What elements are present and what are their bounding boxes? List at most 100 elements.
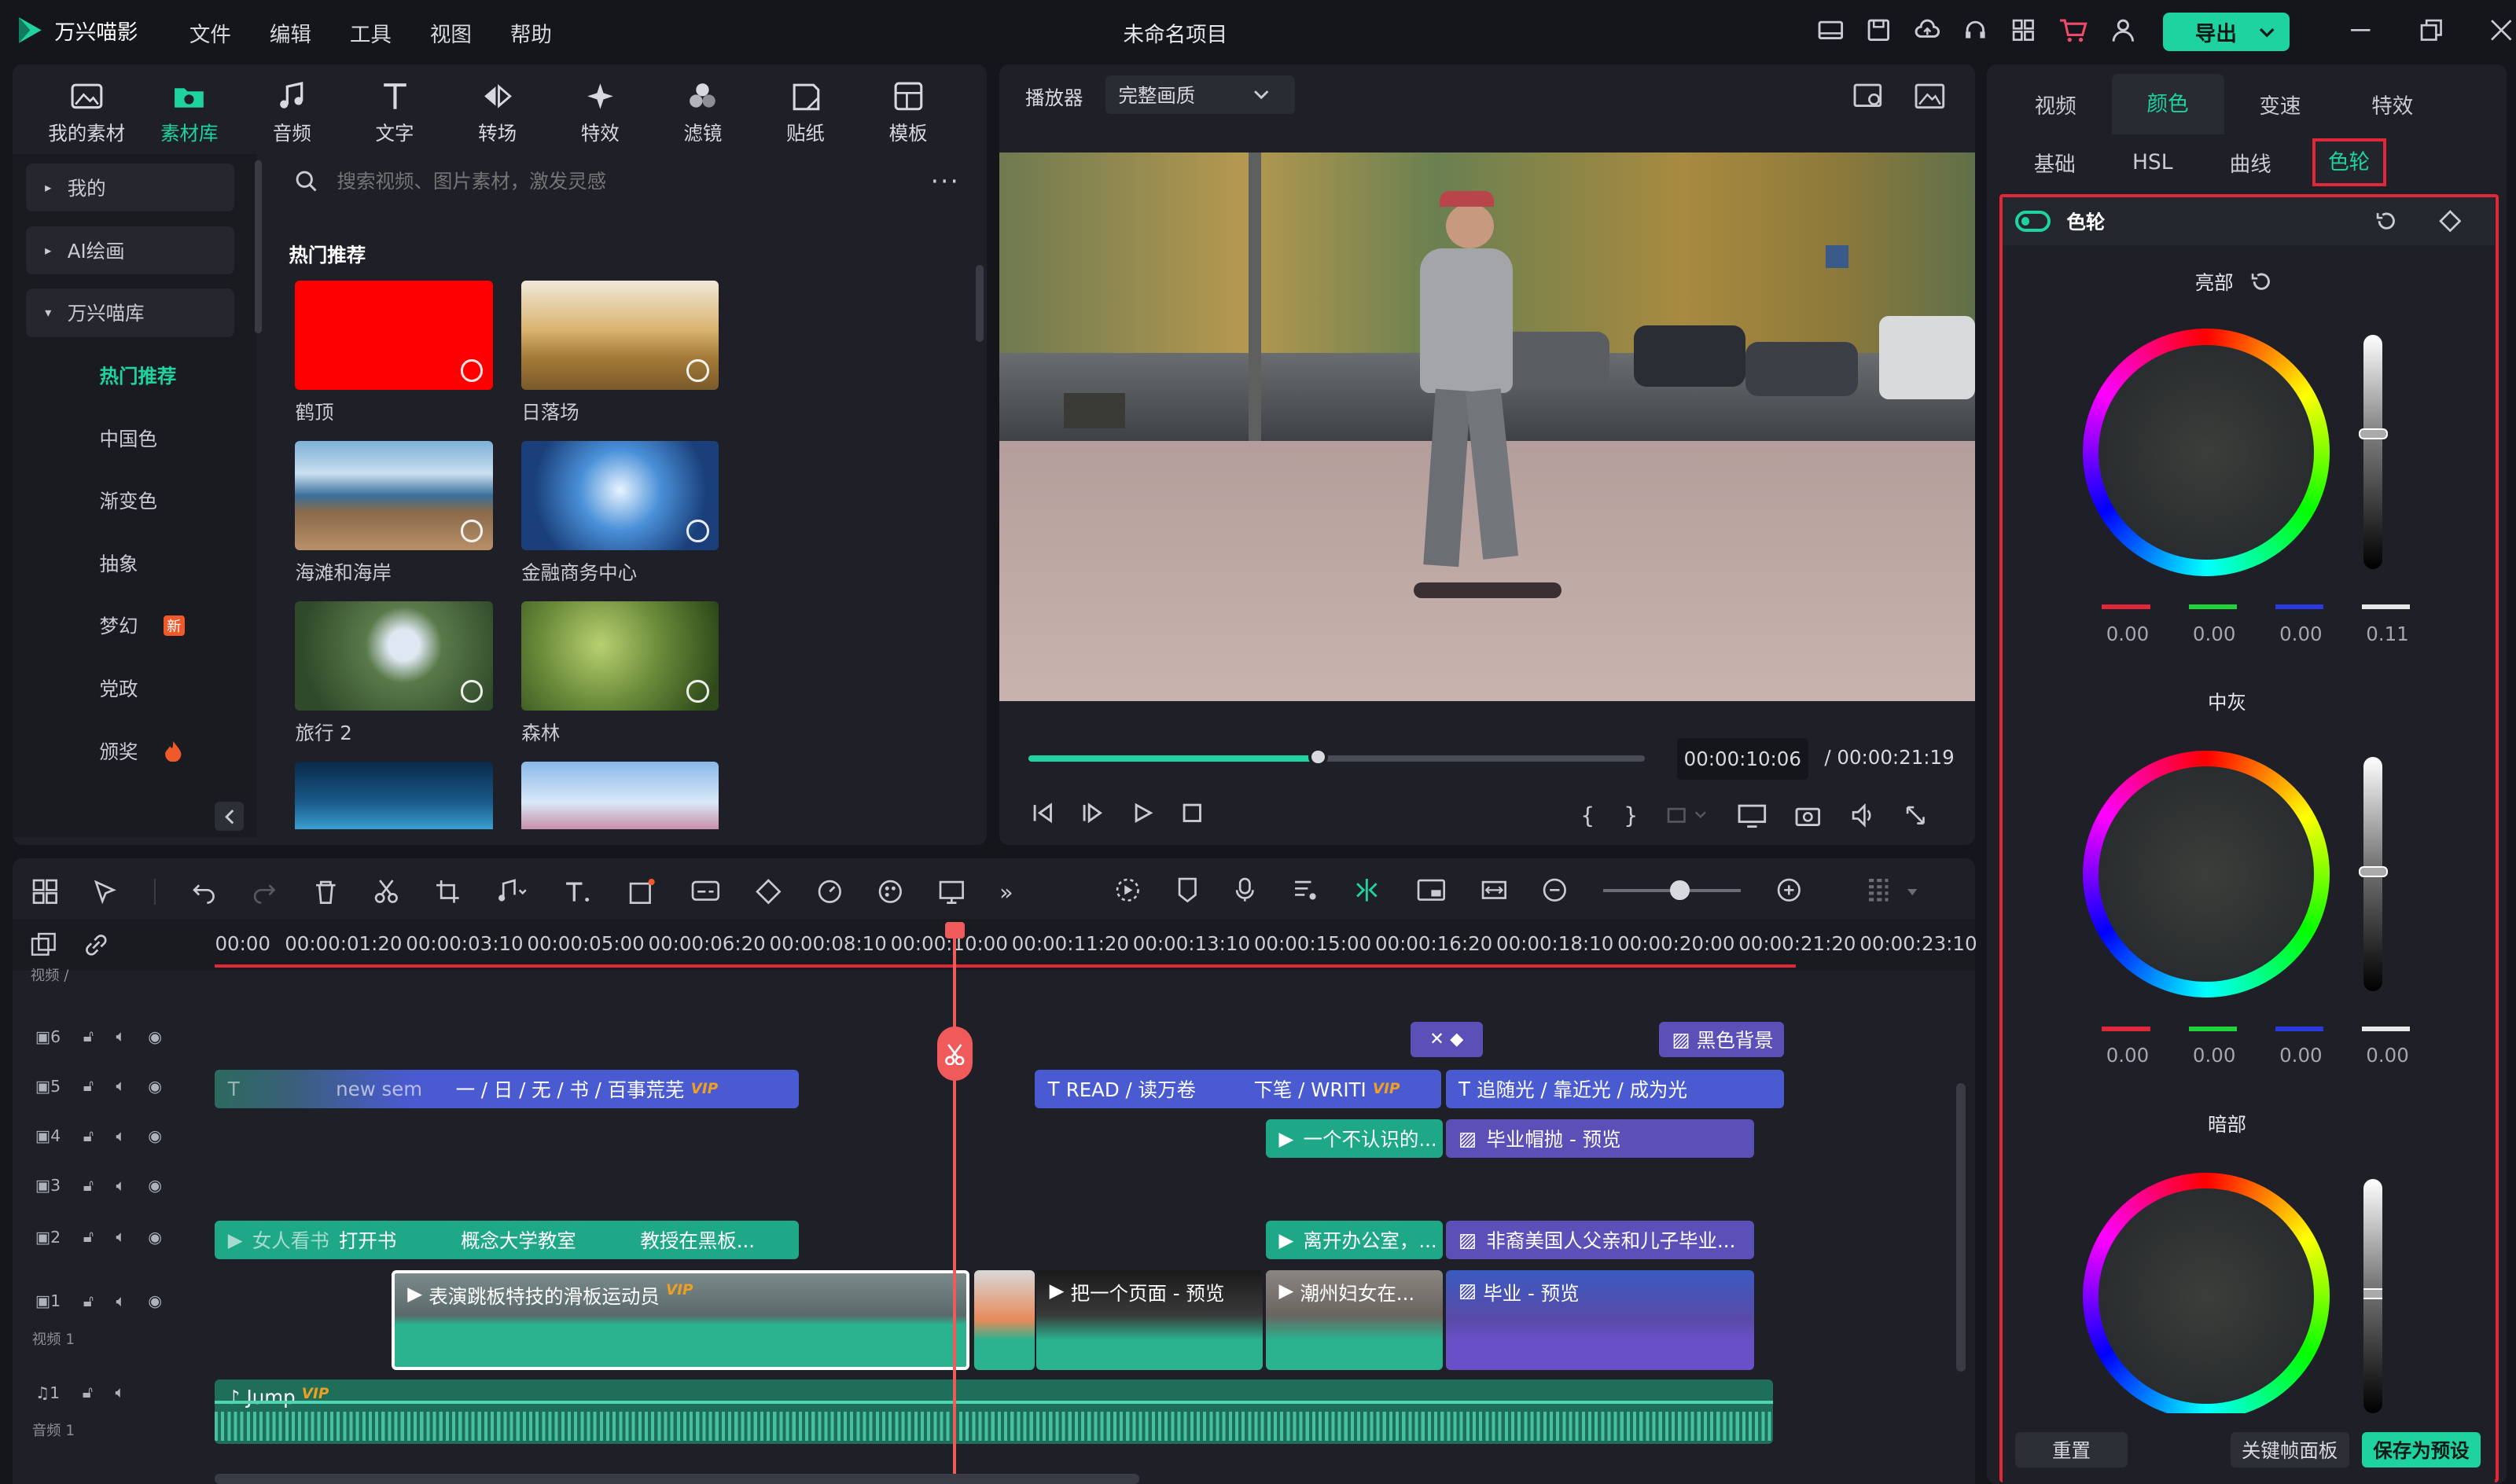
more-options-icon[interactable]: ··· — [931, 167, 960, 197]
tool-audio[interactable]: 音频 — [241, 80, 344, 146]
volume-line[interactable] — [215, 1400, 1774, 1404]
clip-black-background[interactable]: ▨ 黑色背景 — [1659, 1021, 1785, 1057]
tab-effects[interactable]: 特效 — [2336, 89, 2448, 119]
apps-grid-icon[interactable] — [2010, 17, 2036, 43]
clip-2f[interactable]: ▨ 非裔美国人父亲和儿子毕业... — [1445, 1221, 1754, 1259]
delete-icon[interactable] — [313, 879, 339, 905]
highlights-luma-slider[interactable] — [2358, 335, 2388, 570]
speaker-icon[interactable]: 🔈︎ — [116, 1027, 125, 1046]
scene-detect-icon[interactable] — [32, 879, 58, 905]
tool-my-media[interactable]: 我的素材 — [35, 80, 138, 146]
display-icon[interactable] — [1738, 803, 1767, 828]
ai-cutout-icon[interactable] — [939, 879, 965, 905]
subtab-color-wheels[interactable]: 色轮 — [2312, 138, 2386, 186]
split-at-playhead-button[interactable] — [936, 1027, 973, 1082]
eye-icon[interactable]: ◉ — [148, 1176, 162, 1195]
lock-icon[interactable]: 🔓︎ — [83, 1027, 94, 1046]
lock-icon[interactable]: 🔓︎ — [83, 1126, 94, 1146]
clip-audio-jump[interactable]: ♪ Jump VIP — [215, 1379, 1774, 1444]
speaker-icon[interactable]: 🔈︎ — [116, 1076, 125, 1096]
save-preset-button[interactable]: 保存为预设 — [2361, 1432, 2481, 1468]
red-value[interactable]: 0.00 — [2095, 1044, 2160, 1067]
track-grid-icon[interactable] — [1867, 877, 1890, 906]
clip-4a[interactable]: ▶ 一个不认识的... — [1266, 1119, 1443, 1159]
text-tool-icon[interactable] — [563, 879, 592, 905]
clip-text-5a[interactable]: Tnew sem 一 / 日 / 无 / 书 / 百事荒芜 VIP — [215, 1070, 800, 1109]
add-track-icon[interactable] — [31, 932, 57, 958]
redo-icon[interactable] — [252, 879, 278, 905]
image-icon[interactable] — [1915, 82, 1947, 111]
color-wheel-highlights[interactable] — [2082, 329, 2330, 576]
close-icon[interactable] — [2490, 19, 2513, 42]
eye-icon[interactable]: ◉ — [148, 1228, 162, 1247]
sidebar-item-gradient[interactable]: 渐变色 — [100, 476, 157, 524]
playhead[interactable] — [953, 922, 957, 1484]
save-icon[interactable] — [1866, 17, 1892, 43]
download-icon[interactable] — [460, 680, 484, 703]
collapse-sidebar-button[interactable] — [215, 802, 245, 832]
user-icon[interactable] — [2110, 17, 2136, 43]
menu-view[interactable]: 视图 — [430, 17, 472, 48]
zoom-in-icon[interactable] — [1776, 877, 1802, 903]
midtones-luma-slider[interactable] — [2358, 757, 2388, 992]
split-scissors-icon[interactable] — [373, 879, 399, 905]
download-icon[interactable] — [460, 520, 484, 542]
eye-icon[interactable]: ◉ — [148, 1027, 162, 1046]
sidebar-group-ai-painting[interactable]: ▸ AI绘画 — [25, 226, 234, 274]
library-item-finance-center[interactable]: 金融商务中心 — [521, 441, 719, 586]
color-wheel-midtones[interactable] — [2082, 750, 2330, 998]
marker-icon[interactable] — [1176, 877, 1199, 903]
lock-icon[interactable]: 🔓︎ — [83, 1291, 94, 1311]
blue-value[interactable]: 0.00 — [2269, 1044, 2334, 1067]
keyframe-icon[interactable] — [756, 879, 782, 905]
color-palette-icon[interactable] — [877, 879, 903, 905]
sidebar-group-mine[interactable]: ▸ 我的 — [25, 163, 234, 212]
clip-v1b[interactable]: ▶ 把一个页面 - 预览 — [1036, 1270, 1264, 1370]
lock-icon[interactable]: 🔓︎ — [83, 1076, 94, 1096]
clip-v1c[interactable]: ▶ 潮州妇女在... — [1266, 1270, 1443, 1370]
crop-icon[interactable] — [435, 879, 461, 905]
subtitle-icon[interactable] — [691, 879, 720, 905]
render-preview-icon[interactable] — [1115, 877, 1141, 903]
green-value[interactable]: 0.00 — [2182, 623, 2246, 645]
subtab-basic[interactable]: 基础 — [2006, 147, 2103, 178]
color-wheel-shadows[interactable] — [2082, 1172, 2330, 1413]
export-button[interactable]: 导出 — [2162, 13, 2290, 52]
shadows-luma-slider[interactable] — [2363, 1178, 2383, 1413]
step-forward-icon[interactable] — [1081, 802, 1104, 825]
speaker-icon[interactable]: 🔈︎ — [116, 1176, 125, 1196]
toggle-switch[interactable] — [2015, 211, 2051, 232]
keyframe-panel-button[interactable]: 关键帧面板 — [2230, 1432, 2349, 1468]
tab-video[interactable]: 视频 — [1999, 89, 2112, 119]
undo-icon[interactable] — [191, 879, 217, 905]
headset-icon[interactable] — [1962, 17, 1988, 43]
camera-icon[interactable] — [1795, 803, 1821, 828]
chevron-down-icon[interactable] — [1906, 887, 1918, 897]
library-item-heding[interactable]: 鹤顶 — [295, 281, 493, 425]
subtab-curves[interactable]: 曲线 — [2202, 147, 2299, 178]
library-item-sunset-field[interactable]: 日落场 — [521, 281, 719, 425]
timeline-vertical-scrollbar[interactable] — [1955, 1082, 1966, 1372]
subtab-hsl[interactable]: HSL — [2103, 150, 2201, 174]
sidebar-item-abstract[interactable]: 抽象 — [100, 539, 138, 587]
search-input[interactable] — [337, 170, 915, 193]
keyframe-diamond-icon[interactable] — [2438, 210, 2462, 233]
luma-value[interactable]: 0.00 — [2356, 1044, 2420, 1067]
lock-icon[interactable]: 🔓︎ — [83, 1176, 94, 1196]
eye-icon[interactable]: ◉ — [148, 1291, 162, 1310]
clip-text-5b[interactable]: T READ / 读万卷 下笔 / WRITI VIP — [1035, 1070, 1441, 1109]
playback-progress[interactable] — [1028, 748, 1645, 767]
eye-icon[interactable]: ◉ — [148, 1126, 162, 1145]
restore-icon[interactable] — [2420, 19, 2443, 42]
voiceover-icon[interactable] — [1292, 877, 1318, 903]
menu-file[interactable]: 文件 — [189, 17, 231, 48]
speaker-icon[interactable]: 🔈︎ — [115, 1383, 124, 1402]
red-value[interactable]: 0.00 — [2095, 623, 2160, 645]
sidebar-item-hot[interactable]: 热门推荐 — [100, 351, 177, 399]
link-icon[interactable] — [83, 932, 109, 958]
zoom-slider-handle[interactable] — [1670, 880, 1690, 900]
lock-icon[interactable]: 🔓︎ — [83, 1383, 93, 1402]
reset-button[interactable]: 重置 — [2015, 1432, 2128, 1468]
mark-in-icon[interactable]: { — [1580, 802, 1595, 828]
tool-template[interactable]: 模板 — [857, 80, 960, 146]
